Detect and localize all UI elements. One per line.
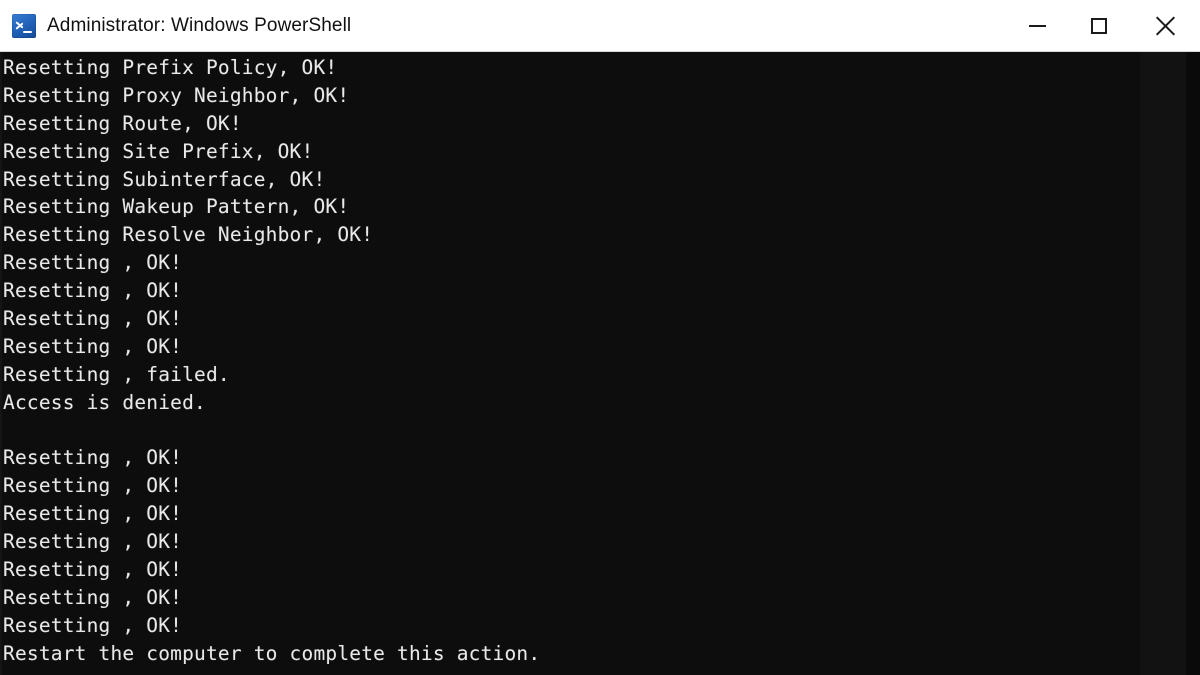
console-line: Resetting , OK! bbox=[3, 474, 183, 498]
scrollbar-thumb[interactable] bbox=[1140, 52, 1186, 675]
console-line: Resetting , OK! bbox=[3, 251, 183, 275]
console-line: Resetting , OK! bbox=[3, 307, 183, 331]
console-line: Access is denied. bbox=[3, 390, 206, 414]
console-right-edge bbox=[1186, 52, 1200, 675]
console-line: Resetting Site Prefix, OK! bbox=[3, 139, 314, 163]
console-line: Resetting , OK! bbox=[3, 446, 183, 470]
console-line: Resetting , OK! bbox=[3, 334, 183, 358]
console-line: Resetting Subinterface, OK! bbox=[3, 167, 326, 191]
window-title: Administrator: Windows PowerShell bbox=[47, 14, 352, 36]
console-line: Resetting , OK! bbox=[3, 530, 183, 554]
titlebar-left-group: Administrator: Windows PowerShell bbox=[0, 13, 1006, 38]
powershell-icon bbox=[12, 13, 36, 38]
console-line: Resetting Prefix Policy, OK! bbox=[3, 56, 338, 79]
console-line: Resetting Resolve Neighbor, OK! bbox=[3, 223, 374, 247]
console-line: Resetting , OK! bbox=[3, 613, 183, 637]
console-scrollbar[interactable] bbox=[1140, 52, 1186, 675]
minimize-button[interactable] bbox=[1006, 0, 1068, 52]
console-line: Restart the computer to complete this ac… bbox=[3, 641, 541, 665]
prompt-underscore-icon bbox=[23, 30, 32, 33]
console-left-edge bbox=[0, 52, 2, 675]
console-text-lines: Resetting Prefix Policy, OK! Resetting Pr… bbox=[3, 54, 1133, 668]
console-line: Resetting Proxy Neighbor, OK! bbox=[3, 83, 350, 107]
console-line: Resetting , OK! bbox=[3, 502, 183, 526]
minimize-icon bbox=[1028, 24, 1046, 27]
console-line: Resetting , failed. bbox=[3, 362, 230, 386]
close-icon bbox=[1154, 15, 1176, 37]
maximize-button[interactable] bbox=[1068, 0, 1130, 52]
console-line: Resetting Wakeup Pattern, OK! bbox=[3, 195, 350, 219]
maximize-icon bbox=[1091, 17, 1107, 34]
console-line: Resetting , OK! bbox=[3, 279, 183, 303]
prompt-chevron-icon bbox=[16, 19, 27, 30]
console-line: Resetting , OK! bbox=[3, 585, 183, 609]
close-button[interactable] bbox=[1130, 0, 1200, 52]
window-titlebar[interactable]: Administrator: Windows PowerShell bbox=[0, 0, 1200, 52]
console-output-area[interactable]: Resetting Prefix Policy, OK! Resetting Pr… bbox=[0, 52, 1200, 675]
console-line: Resetting , OK! bbox=[3, 558, 183, 582]
console-line: Resetting Route, OK! bbox=[3, 111, 242, 135]
powershell-window: Administrator: Windows PowerShell Resett… bbox=[0, 0, 1200, 675]
window-controls bbox=[1006, 0, 1200, 52]
